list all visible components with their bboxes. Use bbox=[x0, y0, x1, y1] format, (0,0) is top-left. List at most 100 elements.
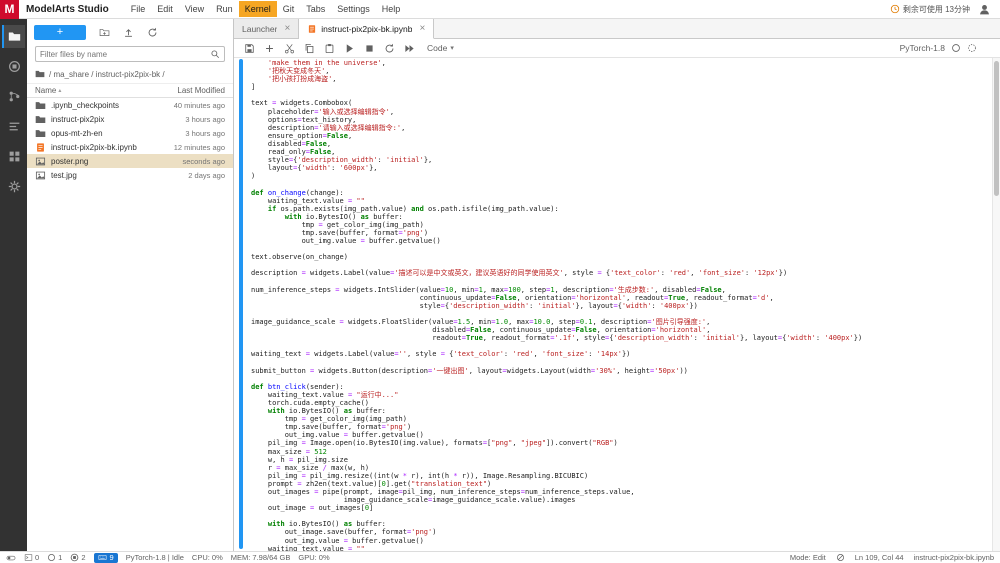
code-cell[interactable]: 'make them in the universe', '把秋天变成冬天', … bbox=[239, 58, 988, 551]
search-icon bbox=[210, 49, 220, 59]
folder-icon bbox=[8, 30, 21, 43]
folder-icon bbox=[35, 128, 46, 139]
tab-launcher[interactable]: Launcher× bbox=[234, 19, 299, 38]
notebook-toolbar: Code ▾ PyTorch-1.8 bbox=[234, 39, 1000, 58]
kernel-idle-icon[interactable] bbox=[951, 43, 961, 53]
image-icon bbox=[35, 156, 46, 167]
restart-run-all-icon bbox=[404, 43, 415, 54]
file-browser-panel: + / ma_share / instruct-pix2pix-bk / Nam… bbox=[27, 19, 234, 551]
active-file-label: instruct-pix2pix-bk.ipynb bbox=[914, 553, 994, 562]
file-row[interactable]: opus-mt-zh-en3 hours ago bbox=[27, 126, 233, 140]
file-row[interactable]: test.jpg2 days ago bbox=[27, 168, 233, 182]
cut-icon bbox=[284, 43, 295, 54]
menu-settings[interactable]: Settings bbox=[331, 1, 376, 17]
paste-button[interactable] bbox=[321, 41, 337, 56]
file-row[interactable]: poster.pngseconds ago bbox=[27, 154, 233, 168]
folder-icon bbox=[35, 114, 46, 125]
menu-edit[interactable]: Edit bbox=[151, 1, 179, 17]
file-row[interactable]: .ipynb_checkpoints40 minutes ago bbox=[27, 98, 233, 112]
simple-mode-toggle-icon[interactable] bbox=[6, 553, 16, 563]
kernel-busy-icon bbox=[967, 43, 977, 53]
scrollbar-thumb[interactable] bbox=[994, 61, 999, 196]
gear-icon bbox=[8, 180, 21, 193]
filter-files-input[interactable] bbox=[40, 50, 207, 59]
notifications-icon[interactable] bbox=[836, 553, 845, 562]
keyboard-icon bbox=[98, 553, 107, 562]
status-kernels[interactable]: 1 bbox=[47, 553, 62, 562]
file-row[interactable]: instruct-pix2pix3 hours ago bbox=[27, 112, 233, 126]
sort-caret-icon: ▴ bbox=[58, 87, 61, 94]
activity-bar bbox=[0, 19, 27, 551]
app-title: ModelArts Studio bbox=[26, 4, 109, 15]
save-button[interactable] bbox=[241, 41, 257, 56]
kernel-status[interactable]: PyTorch-1.8 | Idle bbox=[126, 553, 184, 562]
scrollbar[interactable] bbox=[992, 58, 1000, 551]
editor-mode[interactable]: Mode: Edit bbox=[790, 553, 826, 562]
folder-icon bbox=[35, 69, 45, 79]
menu-file[interactable]: File bbox=[125, 1, 152, 17]
modelarts-studio-app: M ModelArts Studio FileEditViewRunKernel… bbox=[0, 0, 1000, 563]
status-terminals[interactable]: 0 bbox=[24, 553, 39, 562]
column-last-modified[interactable]: Last Modified bbox=[177, 86, 225, 95]
menu-tabs[interactable]: Tabs bbox=[300, 1, 331, 17]
menu-help[interactable]: Help bbox=[376, 1, 407, 17]
status-badge[interactable]: 9 bbox=[94, 553, 118, 563]
kernel-circle-icon bbox=[47, 553, 56, 562]
column-name[interactable]: Name ▴ bbox=[35, 86, 61, 95]
new-launcher-button[interactable]: + bbox=[34, 25, 86, 40]
close-icon[interactable]: × bbox=[419, 24, 425, 34]
logo-letter: M bbox=[5, 2, 15, 16]
file-row[interactable]: instruct-pix2pix-bk.ipynb12 minutes ago bbox=[27, 140, 233, 154]
file-browser-toolbar: + bbox=[27, 19, 233, 44]
activity-table-of-contents[interactable] bbox=[2, 115, 25, 138]
menu-kernel[interactable]: Kernel bbox=[239, 1, 277, 17]
clock-icon bbox=[890, 4, 900, 14]
restart-button[interactable] bbox=[381, 41, 397, 56]
user-icon[interactable] bbox=[978, 3, 991, 16]
status-sessions[interactable]: 2 bbox=[70, 553, 85, 562]
cell-type-label: Code bbox=[427, 43, 447, 53]
file-list: .ipynb_checkpoints40 minutes agoinstruct… bbox=[27, 98, 233, 551]
copy-button[interactable] bbox=[301, 41, 317, 56]
menu-view[interactable]: View bbox=[179, 1, 210, 17]
topbar-right: 剩余可使用 13分钟 bbox=[890, 3, 1000, 16]
cell-collapser[interactable] bbox=[239, 59, 243, 549]
cursor-position[interactable]: Ln 109, Col 44 bbox=[855, 553, 904, 562]
interrupt-button[interactable] bbox=[361, 41, 377, 56]
code-editor[interactable]: 'make them in the universe', '把秋天变成冬天', … bbox=[251, 58, 988, 551]
upload-icon[interactable] bbox=[123, 27, 134, 38]
refresh-icon[interactable] bbox=[147, 27, 158, 38]
status-bar: 0 1 2 9 PyTorch-1.8 | Idle CPU: 0% MEM: … bbox=[0, 551, 1000, 563]
modelarts-logo-icon: M bbox=[0, 0, 19, 19]
restart-icon bbox=[384, 43, 395, 54]
run-button[interactable] bbox=[341, 41, 357, 56]
cell-type-dropdown[interactable]: Code ▾ bbox=[427, 43, 454, 53]
insert-below-button[interactable] bbox=[261, 41, 277, 56]
activity-file-browser[interactable] bbox=[2, 25, 25, 48]
tab-bar: Launcher×instruct-pix2pix-bk.ipynb× bbox=[234, 19, 1000, 39]
toolbar-buttons bbox=[241, 41, 417, 56]
running-icon bbox=[70, 553, 79, 562]
activity-extension-manager[interactable] bbox=[2, 145, 25, 168]
menu-git[interactable]: Git bbox=[277, 1, 301, 17]
git-icon bbox=[8, 90, 21, 103]
breadcrumb[interactable]: / ma_share / instruct-pix2pix-bk / bbox=[27, 66, 233, 83]
interrupt-icon bbox=[364, 43, 375, 54]
folder-icon bbox=[35, 100, 46, 111]
file-list-header: Name ▴ Last Modified bbox=[27, 83, 233, 98]
activity-running-kernels[interactable] bbox=[2, 55, 25, 78]
activity-git[interactable] bbox=[2, 85, 25, 108]
kernel-name[interactable]: PyTorch-1.8 bbox=[900, 43, 945, 53]
tab-instruct-pix2pix-bk-ipynb[interactable]: instruct-pix2pix-bk.ipynb× bbox=[299, 19, 434, 39]
breadcrumb-path: / ma_share / instruct-pix2pix-bk / bbox=[49, 70, 165, 79]
gpu-usage: GPU: 0% bbox=[298, 553, 329, 562]
activity-settings[interactable] bbox=[2, 175, 25, 198]
run-icon bbox=[344, 43, 355, 54]
menu-run[interactable]: Run bbox=[210, 1, 239, 17]
new-folder-icon[interactable] bbox=[99, 27, 110, 38]
cut-button[interactable] bbox=[281, 41, 297, 56]
main-area: Launcher×instruct-pix2pix-bk.ipynb× Code… bbox=[234, 19, 1000, 551]
close-icon[interactable]: × bbox=[284, 24, 290, 34]
kernel-indicator: PyTorch-1.8 bbox=[900, 43, 993, 53]
restart-run-all-button[interactable] bbox=[401, 41, 417, 56]
